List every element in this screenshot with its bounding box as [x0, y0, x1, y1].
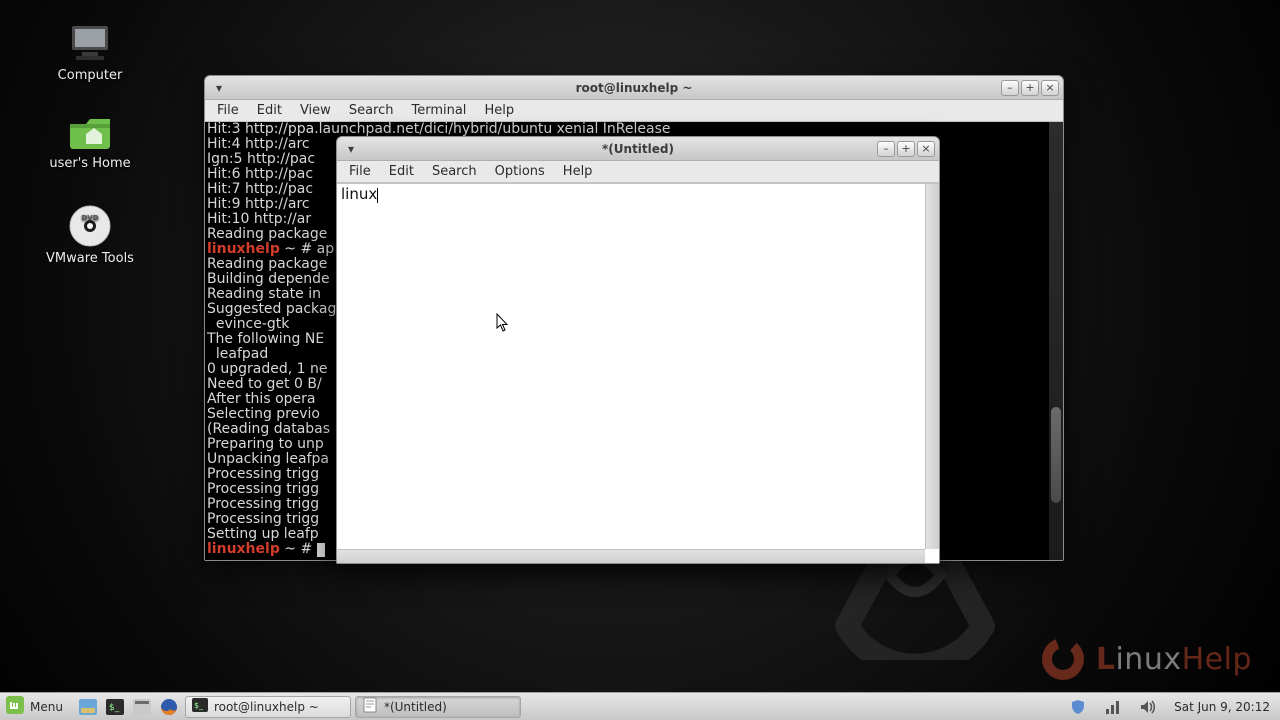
- text-caret: [377, 188, 378, 203]
- computer-icon: [66, 22, 114, 64]
- menu-file[interactable]: File: [209, 101, 247, 120]
- close-button[interactable]: ×: [1041, 80, 1059, 96]
- menu-help[interactable]: Help: [476, 101, 522, 120]
- leafpad-scrollbar-vertical[interactable]: [925, 184, 939, 549]
- leafpad-scrollbar-horizontal[interactable]: [337, 549, 925, 563]
- desktop-icon-computer[interactable]: Computer: [30, 22, 150, 83]
- desktop-icon-label: user's Home: [49, 156, 130, 171]
- svg-text:$_: $_: [109, 703, 120, 713]
- dvd-icon: DVD: [66, 205, 114, 247]
- menu-view[interactable]: View: [292, 101, 339, 120]
- maximize-button[interactable]: +: [897, 141, 915, 157]
- launcher-files[interactable]: [130, 696, 154, 718]
- minimize-button[interactable]: –: [877, 141, 895, 157]
- app-menu-icon[interactable]: ▾: [343, 141, 359, 157]
- maximize-button[interactable]: +: [1021, 80, 1039, 96]
- terminal-menubar: File Edit View Search Terminal Help: [205, 100, 1063, 122]
- menu-options[interactable]: Options: [487, 162, 553, 181]
- window-title: root@linuxhelp ~: [205, 81, 1063, 95]
- tray-network-icon[interactable]: [1101, 696, 1125, 718]
- minimize-button[interactable]: –: [1001, 80, 1019, 96]
- tray-shield-icon[interactable]: [1066, 696, 1090, 718]
- menu-file[interactable]: File: [341, 162, 379, 181]
- launcher-firefox[interactable]: [157, 696, 181, 718]
- app-menu-icon[interactable]: ▾: [211, 80, 227, 96]
- taskbar-item-terminal[interactable]: $_ root@linuxhelp ~: [185, 696, 351, 718]
- menu-help[interactable]: Help: [555, 162, 601, 181]
- menu-label: Menu: [30, 700, 63, 714]
- folder-home-icon: [66, 110, 114, 152]
- leafpad-menubar: File Edit Search Options Help: [337, 161, 939, 183]
- desktop-icon-label: Computer: [58, 68, 123, 83]
- launcher-terminal[interactable]: $_: [103, 696, 127, 718]
- desktop-icon-label: VMware Tools: [46, 251, 134, 266]
- system-tray: Sat Jun 9, 20:12: [1063, 696, 1280, 718]
- desktop-icon-vmware-tools[interactable]: DVD VMware Tools: [30, 205, 150, 266]
- tray-volume-icon[interactable]: [1136, 696, 1160, 718]
- terminal-icon: $_: [192, 698, 208, 715]
- menu-terminal[interactable]: Terminal: [403, 101, 474, 120]
- leafpad-window[interactable]: ▾ *(Untitled) – + × File Edit Search Opt…: [336, 136, 940, 564]
- task-label: *(Untitled): [384, 700, 447, 714]
- terminal-titlebar[interactable]: ▾ root@linuxhelp ~ – + ×: [205, 76, 1063, 100]
- close-button[interactable]: ×: [917, 141, 935, 157]
- menu-edit[interactable]: Edit: [249, 101, 290, 120]
- clock[interactable]: Sat Jun 9, 20:12: [1174, 700, 1270, 714]
- menu-search[interactable]: Search: [424, 162, 485, 181]
- task-label: root@linuxhelp ~: [214, 700, 319, 714]
- window-title: *(Untitled): [337, 142, 939, 156]
- menu-search[interactable]: Search: [341, 101, 402, 120]
- mint-logo-icon: [6, 696, 24, 717]
- watermark-linuxhelp: LinuxHelp: [1042, 638, 1252, 680]
- panel: Menu $_ $_ root@linuxhelp ~ *(Untitled) …: [0, 692, 1280, 720]
- mouse-cursor: [496, 313, 510, 333]
- desktop-icon-home[interactable]: user's Home: [30, 110, 150, 171]
- leafpad-text-area[interactable]: linux: [337, 183, 939, 563]
- scrollbar-thumb[interactable]: [1051, 407, 1061, 503]
- leafpad-text: linux: [341, 185, 377, 203]
- leafpad-titlebar[interactable]: ▾ *(Untitled) – + ×: [337, 137, 939, 161]
- menu-button[interactable]: Menu: [0, 696, 73, 717]
- menu-edit[interactable]: Edit: [381, 162, 422, 181]
- launcher-show-desktop[interactable]: [76, 696, 100, 718]
- terminal-scrollbar[interactable]: [1049, 122, 1063, 560]
- svg-text:DVD: DVD: [81, 214, 98, 222]
- leafpad-icon: [362, 697, 378, 716]
- linuxhelp-spiral-icon: [1042, 638, 1084, 680]
- svg-text:$_: $_: [194, 701, 204, 710]
- taskbar-item-leafpad[interactable]: *(Untitled): [355, 696, 521, 718]
